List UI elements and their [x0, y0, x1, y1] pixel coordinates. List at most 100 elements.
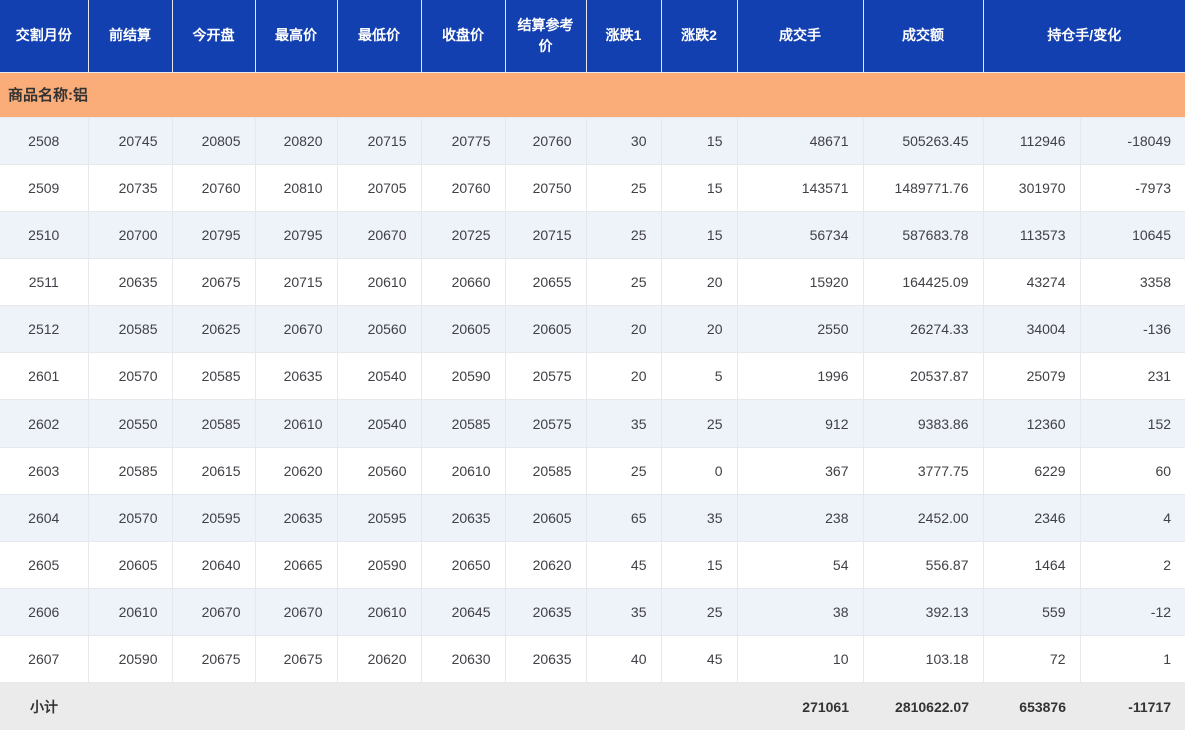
open-interest-cell: 2346 [982, 493, 1081, 542]
table-row: 2601 20570 20585 20635 20540 20590 20575 20 5 199… [0, 352, 1185, 401]
column-header-close: 收盘价 [420, 0, 506, 73]
close-cell: 20590 [420, 352, 506, 401]
futures-quote-table: 交割月份 前结算 今开盘 最高价 最低价 收盘价 结算参考价 涨跌1 涨跌2 成… [0, 0, 1185, 730]
volume-cell: 15920 [736, 258, 864, 307]
subtotal-cell [337, 682, 421, 730]
subtotal-cell [505, 682, 586, 730]
open-cell: 20640 [171, 540, 256, 590]
low-cell: 20560 [336, 305, 422, 354]
low-cell: 20610 [336, 258, 422, 307]
settlement-ref-cell: 20655 [504, 258, 587, 307]
change2-cell: 0 [660, 446, 738, 495]
volume-cell: 56734 [736, 210, 864, 260]
high-cell: 20795 [254, 210, 338, 260]
turnover-cell: 9383.86 [862, 399, 984, 448]
oi-change-cell: 10645 [1079, 210, 1185, 260]
change1-cell: 25 [585, 210, 662, 260]
prev-settlement-cell: 20700 [87, 210, 173, 260]
prev-settlement-cell: 20590 [87, 635, 173, 684]
open-interest-cell: 559 [982, 588, 1081, 637]
settlement-ref-cell: 20635 [504, 635, 587, 684]
change1-cell: 25 [585, 258, 662, 307]
change2-cell: 25 [660, 588, 738, 637]
volume-cell: 54 [736, 540, 864, 590]
change2-cell: 15 [660, 163, 738, 212]
change2-cell: 15 [660, 540, 738, 590]
delivery-month-cell: 2607 [0, 635, 89, 684]
open-interest-cell: 301970 [982, 163, 1081, 212]
prev-settlement-cell: 20570 [87, 493, 173, 542]
table-row: 2606 20610 20670 20670 20610 20645 20635 35 25 38… [0, 588, 1185, 637]
turnover-cell: 1489771.76 [862, 163, 984, 212]
close-cell: 20725 [420, 210, 506, 260]
settlement-ref-cell: 20575 [504, 399, 587, 448]
column-header-open-interest-change: 持仓手/变化 [982, 0, 1185, 73]
low-cell: 20560 [336, 446, 422, 495]
delivery-month-cell: 2604 [0, 493, 89, 542]
open-cell: 20615 [171, 446, 256, 495]
settlement-ref-cell: 20750 [504, 163, 587, 212]
subtotal-change: -11717 [1080, 682, 1185, 730]
subtotal-volume: 271061 [737, 682, 863, 730]
subtotal-cell [661, 682, 737, 730]
low-cell: 20540 [336, 399, 422, 448]
high-cell: 20670 [254, 588, 338, 637]
column-header-low: 最低价 [336, 0, 422, 73]
oi-change-cell: 2 [1079, 540, 1185, 590]
column-header-turnover: 成交额 [862, 0, 984, 73]
subtotal-cell [586, 682, 661, 730]
table-row: 2508 20745 20805 20820 20715 20775 20760 30 15 48… [0, 116, 1185, 165]
product-banner-row: 商品名称:铝 [0, 72, 1185, 118]
column-header-open: 今开盘 [171, 0, 256, 73]
close-cell: 20775 [420, 116, 506, 165]
column-header-delivery-month: 交割月份 [0, 0, 89, 73]
column-header-volume: 成交手 [736, 0, 864, 73]
close-cell: 20585 [420, 399, 506, 448]
prev-settlement-cell: 20635 [87, 258, 173, 307]
open-cell: 20675 [171, 635, 256, 684]
turnover-cell: 3777.75 [862, 446, 984, 495]
delivery-month-cell: 2512 [0, 305, 89, 354]
table-row: 2607 20590 20675 20675 20620 20630 20635 40 45 10… [0, 635, 1185, 684]
high-cell: 20670 [254, 305, 338, 354]
high-cell: 20635 [254, 352, 338, 401]
volume-cell: 367 [736, 446, 864, 495]
turnover-cell: 587683.78 [862, 210, 984, 260]
prev-settlement-cell: 20570 [87, 352, 173, 401]
volume-cell: 10 [736, 635, 864, 684]
settlement-ref-cell: 20715 [504, 210, 587, 260]
high-cell: 20810 [254, 163, 338, 212]
open-cell: 20805 [171, 116, 256, 165]
delivery-month-cell: 2606 [0, 588, 89, 637]
column-header-prev-settlement: 前结算 [87, 0, 173, 73]
volume-cell: 2550 [736, 305, 864, 354]
volume-cell: 238 [736, 493, 864, 542]
close-cell: 20630 [420, 635, 506, 684]
settlement-ref-cell: 20605 [504, 305, 587, 354]
close-cell: 20650 [420, 540, 506, 590]
low-cell: 20705 [336, 163, 422, 212]
oi-change-cell: 152 [1079, 399, 1185, 448]
open-interest-cell: 43274 [982, 258, 1081, 307]
close-cell: 20635 [420, 493, 506, 542]
column-header-settlement-ref: 结算参考价 [504, 0, 587, 73]
column-header-high: 最高价 [254, 0, 338, 73]
close-cell: 20605 [420, 305, 506, 354]
volume-cell: 38 [736, 588, 864, 637]
close-cell: 20760 [420, 163, 506, 212]
close-cell: 20660 [420, 258, 506, 307]
header-row: 交割月份 前结算 今开盘 最高价 最低价 收盘价 结算参考价 涨跌1 涨跌2 成… [0, 0, 1185, 73]
table-row: 2603 20585 20615 20620 20560 20610 20585 25 0 367… [0, 446, 1185, 495]
low-cell: 20620 [336, 635, 422, 684]
open-cell: 20625 [171, 305, 256, 354]
volume-cell: 48671 [736, 116, 864, 165]
settlement-ref-cell: 20635 [504, 588, 587, 637]
delivery-month-cell: 2601 [0, 352, 89, 401]
open-cell: 20795 [171, 210, 256, 260]
turnover-cell: 2452.00 [862, 493, 984, 542]
subtotal-row: 小计 271061 2810622.07 653876 -11717 [0, 682, 1185, 730]
open-cell: 20585 [171, 399, 256, 448]
change2-cell: 45 [660, 635, 738, 684]
delivery-month-cell: 2510 [0, 210, 89, 260]
turnover-cell: 26274.33 [862, 305, 984, 354]
